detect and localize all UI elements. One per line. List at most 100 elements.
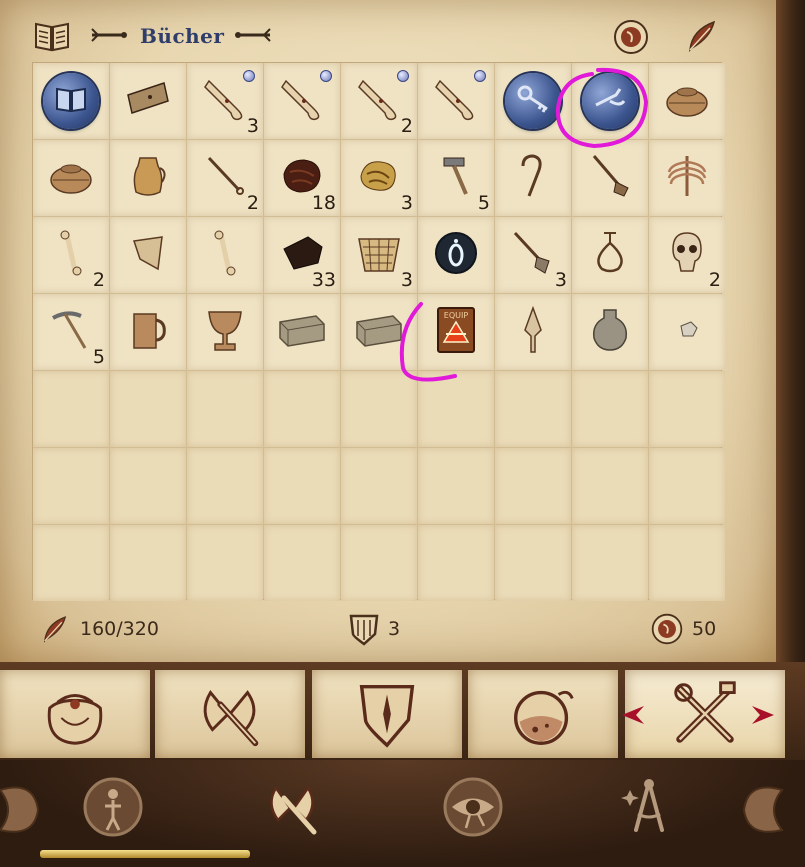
inventory-slot[interactable]: 5	[418, 140, 494, 216]
empty-inventory-slot[interactable]	[264, 525, 340, 601]
tab-armor[interactable]	[312, 670, 462, 758]
inventory-slot[interactable]: 3	[495, 217, 571, 293]
inventory-slot[interactable]	[495, 63, 571, 139]
empty-inventory-slot[interactable]	[33, 371, 109, 447]
arrowhead-icon	[509, 305, 557, 354]
inventory-slot[interactable]: EQUIP	[418, 294, 494, 370]
bone-icon	[201, 229, 249, 277]
inventory-slot[interactable]: 2	[341, 63, 417, 139]
inventory-slot[interactable]: 2	[187, 140, 263, 216]
inventory-slot[interactable]: 3	[341, 140, 417, 216]
inventory-slot[interactable]	[418, 63, 494, 139]
brick-icon	[355, 306, 403, 354]
empty-inventory-slot[interactable]	[110, 448, 186, 524]
inventory-slot[interactable]: 2	[33, 217, 109, 293]
enchant-marker-icon	[397, 70, 409, 82]
inventory-slot[interactable]	[572, 140, 648, 216]
tab-all-items[interactable]	[0, 670, 150, 758]
inventory-slot[interactable]	[264, 294, 340, 370]
empty-inventory-slot[interactable]	[33, 525, 109, 601]
enchant-marker-icon	[243, 70, 255, 82]
inventory-slot[interactable]: 33	[264, 217, 340, 293]
inventory-slot[interactable]	[33, 140, 109, 216]
empty-inventory-slot[interactable]	[341, 371, 417, 447]
scroll-icon	[201, 75, 249, 123]
key-orb-icon	[509, 75, 557, 123]
empty-inventory-slot[interactable]	[572, 525, 648, 601]
encumbrance-stat: 160/320	[38, 612, 159, 646]
inventory-slot[interactable]	[572, 63, 648, 139]
gold-ore-icon	[355, 152, 403, 200]
inventory-slot[interactable]	[418, 217, 494, 293]
inventory-slot[interactable]: 3	[187, 63, 263, 139]
empty-inventory-slot[interactable]	[187, 448, 263, 524]
empty-inventory-slot[interactable]	[495, 448, 571, 524]
book-category-icon[interactable]	[32, 18, 72, 54]
empty-inventory-slot[interactable]	[187, 371, 263, 447]
gold-stat: 50	[650, 612, 716, 646]
inventory-slot[interactable]	[110, 294, 186, 370]
small-stone-icon	[663, 306, 711, 354]
inventory-slot[interactable]	[649, 140, 725, 216]
empty-inventory-slot[interactable]	[264, 448, 340, 524]
inventory-slot[interactable]	[572, 217, 648, 293]
empty-inventory-slot[interactable]	[495, 371, 571, 447]
inventory-slot[interactable]	[110, 217, 186, 293]
filter-right-icon[interactable]	[232, 26, 274, 44]
bag-icon	[47, 694, 103, 745]
empty-inventory-slot[interactable]	[418, 448, 494, 524]
tab-alchemy[interactable]	[468, 670, 618, 758]
nav-magic[interactable]	[440, 774, 506, 840]
sort-weight-icon[interactable]	[682, 16, 722, 56]
item-quantity: 5	[92, 346, 105, 368]
inventory-slot[interactable]	[110, 140, 186, 216]
armor-shield-icon	[349, 614, 379, 646]
empty-inventory-slot[interactable]	[649, 371, 725, 447]
nav-inventory[interactable]	[260, 774, 326, 840]
gold-value: 50	[692, 618, 717, 640]
empty-inventory-slot[interactable]	[110, 525, 186, 601]
axe-icon	[203, 690, 259, 747]
pickaxe-icon	[47, 306, 95, 354]
empty-inventory-slot[interactable]	[33, 448, 109, 524]
inventory-slot[interactable]	[649, 63, 725, 139]
inventory-slot[interactable]: 3	[341, 217, 417, 293]
filter-left-icon[interactable]	[88, 26, 130, 44]
empty-inventory-slot[interactable]	[572, 448, 648, 524]
inventory-slot[interactable]	[187, 294, 263, 370]
inventory-slot[interactable]	[33, 63, 109, 139]
hook-icon	[509, 152, 557, 200]
empty-inventory-slot[interactable]	[264, 371, 340, 447]
gold-coin-icon	[651, 613, 683, 645]
nav-character[interactable]	[80, 774, 146, 840]
empty-inventory-slot[interactable]	[187, 525, 263, 601]
empty-inventory-slot[interactable]	[341, 525, 417, 601]
nav-map[interactable]	[616, 774, 682, 840]
empty-inventory-slot[interactable]	[649, 525, 725, 601]
item-quantity: 33	[311, 269, 336, 291]
empty-inventory-slot[interactable]	[341, 448, 417, 524]
enchant-marker-icon	[320, 70, 332, 82]
empty-inventory-slot[interactable]	[110, 371, 186, 447]
inventory-slot[interactable]	[187, 217, 263, 293]
empty-inventory-slot[interactable]	[418, 371, 494, 447]
tab-weapons[interactable]	[155, 670, 305, 758]
inventory-slot[interactable]	[649, 294, 725, 370]
sort-value-icon[interactable]	[612, 18, 650, 56]
mug-icon	[124, 306, 172, 354]
inventory-slot[interactable]: 18	[264, 140, 340, 216]
brick-icon	[278, 306, 326, 354]
empty-inventory-slot[interactable]	[495, 525, 571, 601]
inventory-slot[interactable]	[495, 294, 571, 370]
character-icon	[83, 777, 143, 837]
inventory-slot[interactable]	[495, 140, 571, 216]
inventory-slot[interactable]	[110, 63, 186, 139]
empty-inventory-slot[interactable]	[572, 371, 648, 447]
empty-inventory-slot[interactable]	[418, 525, 494, 601]
inventory-slot[interactable]	[341, 294, 417, 370]
inventory-slot[interactable]	[264, 63, 340, 139]
empty-inventory-slot[interactable]	[649, 448, 725, 524]
inventory-slot[interactable]: 2	[649, 217, 725, 293]
inventory-slot[interactable]: 5	[33, 294, 109, 370]
inventory-slot[interactable]	[572, 294, 648, 370]
